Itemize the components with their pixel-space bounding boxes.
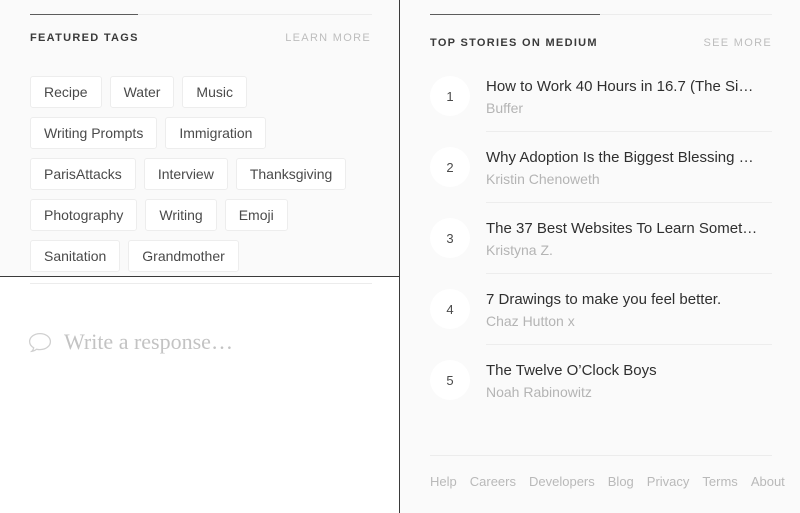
story-row[interactable]: 5 The Twelve O’Clock Boys Noah Rabinowitz bbox=[400, 344, 800, 415]
story-body: The 37 Best Websites To Learn Somethi… Kr… bbox=[486, 216, 761, 259]
story-rank-badge: 2 bbox=[430, 147, 470, 187]
story-rank-badge: 1 bbox=[430, 76, 470, 116]
tag-pill[interactable]: Interview bbox=[143, 158, 228, 190]
tag-pill[interactable]: ParisAttacks bbox=[30, 158, 136, 190]
footer-link[interactable]: Privacy bbox=[647, 474, 690, 489]
speech-bubble-icon bbox=[28, 332, 52, 353]
top-stories-list: 1 How to Work 40 Hours in 16.7 (The Simp…… bbox=[400, 60, 800, 415]
left-column: FEATURED TAGS LEARN MORE Recipe Water Musi… bbox=[0, 0, 400, 513]
footer-link[interactable]: Careers bbox=[470, 474, 516, 489]
footer-link[interactable]: Blog bbox=[608, 474, 634, 489]
right-column: TOP STORIES ON MEDIUM SEE MORE 1 How to W… bbox=[400, 0, 800, 513]
featured-tag-list: Recipe Water Music Writing Prompts Immigrati… bbox=[30, 76, 375, 272]
story-title[interactable]: The Twelve O’Clock Boys bbox=[486, 361, 657, 380]
see-more-link[interactable]: SEE MORE bbox=[704, 37, 772, 49]
tag-pill[interactable]: Writing bbox=[145, 199, 217, 231]
tag-pill[interactable]: Emoji bbox=[224, 199, 288, 231]
responses-top-rule bbox=[30, 283, 372, 284]
story-rank-badge: 5 bbox=[430, 360, 470, 400]
story-body: The Twelve O’Clock Boys Noah Rabinowitz bbox=[486, 358, 657, 401]
tag-pill[interactable]: Water bbox=[109, 76, 175, 108]
tag-pill[interactable]: Writing Prompts bbox=[30, 117, 158, 149]
story-author[interactable]: Kristin Chenoweth bbox=[486, 171, 761, 188]
footer-links: Help Careers Developers Blog Privacy Terms Abo… bbox=[430, 474, 785, 489]
story-row[interactable]: 3 The 37 Best Websites To Learn Somethi… K… bbox=[400, 202, 800, 273]
story-body: How to Work 40 Hours in 16.7 (The Simp… B… bbox=[486, 74, 761, 117]
tag-pill[interactable]: Grandmother bbox=[128, 240, 239, 272]
tag-pill[interactable]: Immigration bbox=[165, 117, 267, 149]
footer-rule bbox=[430, 455, 772, 456]
stories-top-rule-progress bbox=[430, 14, 600, 15]
tag-pill[interactable]: Sanitation bbox=[30, 240, 121, 272]
story-title[interactable]: Why Adoption Is the Biggest Blessing of … bbox=[486, 148, 761, 167]
stories-top-rule bbox=[430, 14, 772, 15]
story-title[interactable]: The 37 Best Websites To Learn Somethi… bbox=[486, 219, 761, 238]
story-body: 7 Drawings to make you feel better. Chaz … bbox=[486, 287, 721, 330]
tag-pill[interactable]: Recipe bbox=[30, 76, 102, 108]
learn-more-link[interactable]: LEARN MORE bbox=[285, 32, 371, 44]
featured-header: FEATURED TAGS LEARN MORE bbox=[30, 32, 371, 44]
story-body: Why Adoption Is the Biggest Blessing of … bbox=[486, 145, 761, 188]
story-rank-badge: 4 bbox=[430, 289, 470, 329]
featured-top-rule bbox=[30, 14, 372, 15]
top-stories-title: TOP STORIES ON MEDIUM bbox=[430, 37, 598, 49]
top-stories-header: TOP STORIES ON MEDIUM SEE MORE bbox=[430, 37, 772, 49]
tag-pill[interactable]: Thanksgiving bbox=[235, 158, 347, 190]
story-title[interactable]: 7 Drawings to make you feel better. bbox=[486, 290, 721, 309]
story-title[interactable]: How to Work 40 Hours in 16.7 (The Simp… bbox=[486, 77, 761, 96]
story-row[interactable]: 2 Why Adoption Is the Biggest Blessing of… bbox=[400, 131, 800, 202]
story-rank-badge: 3 bbox=[430, 218, 470, 258]
write-response-field[interactable]: Write a response… bbox=[28, 329, 233, 355]
story-author[interactable]: Buffer bbox=[486, 100, 761, 117]
write-response-placeholder: Write a response… bbox=[64, 329, 233, 354]
footer-link[interactable]: Terms bbox=[702, 474, 737, 489]
tag-pill[interactable]: Photography bbox=[30, 199, 138, 231]
footer-link[interactable]: Help bbox=[430, 474, 457, 489]
featured-top-rule-progress bbox=[30, 14, 138, 15]
story-author[interactable]: Kristyna Z. bbox=[486, 242, 761, 259]
story-row[interactable]: 4 7 Drawings to make you feel better. Chaz… bbox=[400, 273, 800, 344]
featured-tags-panel: FEATURED TAGS LEARN MORE Recipe Water Musi… bbox=[0, 0, 399, 277]
story-author[interactable]: Chaz Hutton x bbox=[486, 313, 721, 330]
story-author[interactable]: Noah Rabinowitz bbox=[486, 384, 657, 401]
footer-link[interactable]: Developers bbox=[529, 474, 595, 489]
tag-pill[interactable]: Music bbox=[182, 76, 247, 108]
responses-panel: Write a response… RESPONSES These are re… bbox=[0, 277, 399, 513]
page-root: FEATURED TAGS LEARN MORE Recipe Water Musi… bbox=[0, 0, 800, 513]
featured-tags-title: FEATURED TAGS bbox=[30, 32, 139, 44]
story-row[interactable]: 1 How to Work 40 Hours in 16.7 (The Simp…… bbox=[400, 60, 800, 131]
footer-link[interactable]: About bbox=[751, 474, 785, 489]
